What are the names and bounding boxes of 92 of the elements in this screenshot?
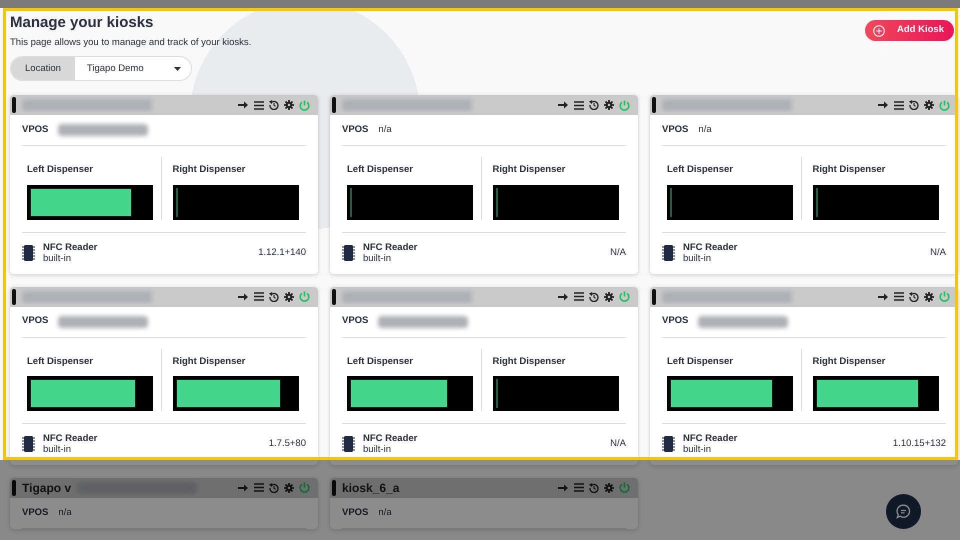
vpos-label: VPOS: [662, 123, 688, 138]
status-accent: [652, 288, 656, 304]
chip-icon: [662, 436, 675, 452]
reader-name: NFC Reader: [43, 434, 98, 444]
history-icon[interactable]: [269, 292, 279, 302]
reader-version: N/A: [610, 437, 626, 452]
dispenser-label: Left Dispenser: [27, 163, 94, 178]
page-description: This page allows you to manage and track of your kiosks.: [10, 36, 252, 50]
sign-in-icon[interactable]: [238, 292, 249, 302]
vpos-label: VPOS: [662, 314, 688, 328]
plus-circle-icon: [873, 24, 885, 36]
reader-name: NFC Reader: [43, 242, 98, 252]
list-icon[interactable]: [574, 292, 584, 301]
chip-icon: [22, 436, 35, 452]
history-icon[interactable]: [269, 100, 279, 110]
status-accent: [332, 480, 336, 496]
location-value: Tigapo Demo: [86, 62, 144, 76]
chat-icon: [896, 504, 911, 519]
vpos-value: n/a: [58, 506, 72, 520]
chat-button[interactable]: [886, 494, 921, 529]
reader-version: N/A: [930, 246, 946, 260]
chip-icon: [342, 436, 355, 452]
kiosk-name: kiosk_6_a: [342, 480, 400, 497]
status-accent: [332, 97, 336, 114]
add-kiosk-button[interactable]: Add Kiosk: [865, 20, 954, 41]
sign-in-icon[interactable]: [238, 100, 249, 110]
settings-icon[interactable]: [924, 292, 934, 302]
list-icon[interactable]: [574, 100, 584, 110]
chip-icon: [662, 245, 675, 261]
list-icon[interactable]: [894, 292, 904, 301]
reader-version: 1.7.5+80: [268, 437, 306, 452]
vpos-label: VPOS: [342, 123, 368, 138]
vpos-value: n/a: [378, 506, 392, 520]
chip-icon: [22, 245, 35, 261]
reader-version: 1.12.1+140: [258, 246, 306, 260]
reader-type: built-in: [43, 444, 72, 455]
settings-icon[interactable]: [284, 292, 294, 302]
reader-name: NFC Reader: [683, 434, 738, 444]
status-accent: [12, 97, 16, 114]
location-select[interactable]: Location Tigapo Demo: [10, 56, 192, 82]
history-icon[interactable]: [589, 100, 599, 110]
vpos-label: VPOS: [342, 506, 368, 520]
reader-name: NFC Reader: [363, 434, 418, 444]
vpos-label: VPOS: [22, 123, 48, 138]
reader-name: NFC Reader: [363, 242, 418, 252]
dispenser-label: Right Dispenser: [812, 354, 886, 368]
status-accent: [12, 288, 16, 304]
sign-in-icon[interactable]: [558, 100, 569, 110]
sign-in-icon[interactable]: [878, 100, 889, 110]
dispenser-label: Right Dispenser: [812, 163, 886, 178]
list-icon[interactable]: [894, 100, 904, 110]
dispenser-label: Left Dispenser: [667, 163, 734, 178]
history-icon[interactable]: [909, 100, 919, 110]
dispenser-label: Right Dispenser: [492, 163, 566, 178]
dispenser-label: Left Dispenser: [27, 354, 94, 368]
list-icon[interactable]: [254, 292, 264, 301]
settings-icon[interactable]: [604, 292, 614, 302]
settings-icon[interactable]: [284, 100, 294, 110]
list-icon[interactable]: [254, 100, 264, 110]
dispenser-label: Right Dispenser: [492, 354, 566, 368]
dispenser-label: Left Dispenser: [347, 354, 414, 368]
kiosk-name: Tigapo v: [22, 480, 72, 497]
settings-icon[interactable]: [604, 100, 614, 110]
vpos-label: VPOS: [22, 314, 48, 328]
vpos-value: n/a: [698, 123, 712, 138]
sign-in-icon[interactable]: [558, 292, 569, 302]
status-accent: [652, 97, 656, 114]
location-label: Location: [11, 57, 75, 80]
vpos-value: n/a: [378, 123, 392, 138]
reader-type: built-in: [43, 252, 72, 264]
reader-version: N/A: [610, 246, 626, 260]
dispenser-label: Left Dispenser: [347, 163, 414, 178]
history-icon[interactable]: [589, 292, 599, 302]
dispenser-label: Right Dispenser: [172, 163, 246, 178]
dispenser-label: Right Dispenser: [172, 354, 246, 368]
vpos-label: VPOS: [22, 506, 48, 520]
sign-in-icon[interactable]: [878, 292, 889, 302]
reader-name: NFC Reader: [683, 242, 738, 252]
status-accent: [332, 288, 336, 304]
vpos-label: VPOS: [342, 314, 368, 328]
reader-type: built-in: [363, 252, 392, 264]
status-accent: [12, 480, 16, 496]
caret-icon: [174, 66, 181, 71]
reader-type: built-in: [363, 444, 392, 455]
page-title: Manage your kiosks: [10, 14, 154, 32]
reader-version: 1.10.15+132: [892, 437, 946, 452]
reader-type: built-in: [683, 252, 712, 264]
reader-type: built-in: [683, 444, 712, 455]
settings-icon[interactable]: [924, 100, 934, 110]
history-icon[interactable]: [909, 292, 919, 302]
dispenser-label: Left Dispenser: [667, 354, 734, 368]
chip-icon: [342, 245, 355, 261]
